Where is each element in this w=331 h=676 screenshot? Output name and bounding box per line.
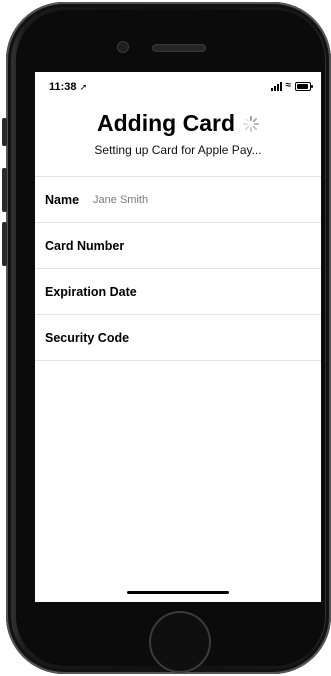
location-arrow-icon: ➚: [79, 82, 88, 92]
page-title: Adding Card: [97, 110, 235, 136]
wifi-icon: ≈: [285, 80, 292, 91]
form-row-security-code[interactable]: Security Code: [35, 315, 321, 361]
battery-icon: [295, 81, 313, 91]
name-field[interactable]: Jane Smith: [93, 194, 148, 206]
expiration-date-label: Expiration Date: [45, 284, 137, 299]
name-label: Name: [45, 192, 80, 207]
card-number-label: Card Number: [45, 238, 125, 253]
status-bar: 11:38 ➚ ≈: [35, 72, 321, 96]
status-icons: ≈: [270, 80, 313, 91]
header: Adding Card Setting up Card for Apple Pa…: [35, 110, 321, 157]
security-code-label: Security Code: [45, 330, 130, 345]
title-wrap: Adding Card: [97, 110, 259, 137]
mute-switch: [2, 118, 7, 146]
volume-up-button: [2, 168, 7, 212]
form-row-card-number[interactable]: Card Number: [35, 223, 321, 269]
time-text: 11:38: [49, 81, 77, 93]
form-row-name[interactable]: Name Jane Smith: [35, 177, 321, 223]
spinner-icon: [243, 115, 259, 132]
status-time: 11:38 ➚: [49, 81, 87, 93]
signal-icon: [270, 81, 282, 91]
volume-down-button: [2, 222, 7, 266]
earpiece-speaker: [152, 44, 206, 52]
front-camera: [117, 41, 129, 53]
form-row-expiration-date[interactable]: Expiration Date: [35, 269, 321, 315]
home-button[interactable]: [149, 611, 211, 673]
home-indicator[interactable]: [127, 591, 229, 594]
phone-screen: 11:38 ➚ ≈ Adding Card Setting up Card fo…: [35, 72, 321, 602]
card-form: Name Jane Smith Card Number Expiration D…: [35, 176, 321, 361]
page-subtitle: Setting up Card for Apple Pay...: [94, 143, 262, 157]
